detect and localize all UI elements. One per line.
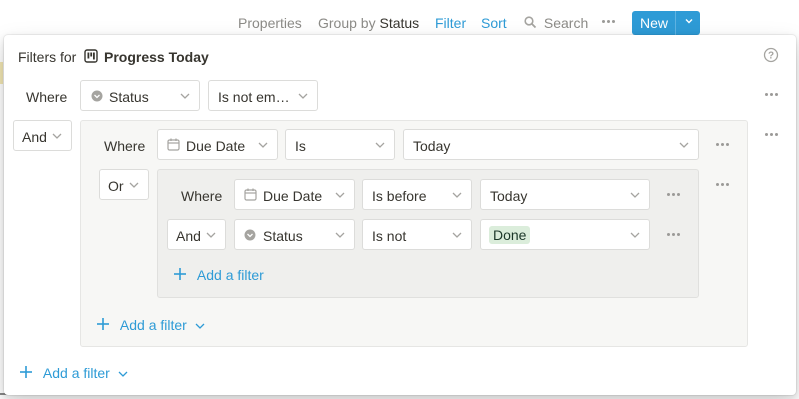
chevron-down-icon — [452, 232, 462, 238]
add-filter-label: Add a filter — [42, 365, 110, 381]
operator-select[interactable]: Is not — [362, 219, 472, 250]
property-select[interactable]: Status — [80, 80, 200, 111]
property-value: Due Date — [263, 188, 323, 204]
background-cell — [0, 62, 3, 84]
chevron-down-icon — [298, 93, 308, 99]
group-by-button[interactable]: Group by Status — [318, 15, 419, 31]
board-icon — [84, 49, 98, 63]
search-label: Search — [543, 15, 589, 31]
group-more-icon[interactable] — [764, 132, 780, 138]
chevron-down-icon — [452, 192, 462, 198]
chevron-down-icon — [129, 182, 139, 188]
panel-title: Progress Today — [104, 49, 209, 65]
new-button-label: New — [640, 15, 669, 31]
group-by-value: Status — [379, 15, 420, 31]
add-filter-button[interactable]: Add a filter — [19, 364, 128, 381]
where-label: Where — [104, 138, 146, 154]
operator-select[interactable]: Is before — [362, 179, 472, 210]
panel-title-prefix: Filters for — [18, 49, 77, 65]
operator-select[interactable]: Is — [285, 129, 395, 160]
filter-subgroup: Where Due Date Is before Today And Statu… — [157, 169, 699, 298]
calendar-icon — [244, 188, 257, 201]
more-icon[interactable] — [601, 19, 617, 25]
add-filter-button[interactable]: Add a filter — [173, 266, 264, 283]
where-label: Where — [181, 188, 223, 204]
chevron-down-icon — [335, 192, 345, 198]
row-connector-select[interactable]: And — [167, 219, 226, 250]
value-text: Today — [413, 138, 451, 154]
value-text: Today — [490, 188, 528, 204]
search-button[interactable]: Search — [524, 15, 588, 31]
chevron-down-icon — [679, 142, 689, 148]
row-more-icon[interactable] — [715, 142, 731, 148]
subgroup-more-icon[interactable] — [715, 182, 731, 188]
operator-value: Is before — [372, 188, 427, 204]
calendar-icon — [167, 138, 180, 151]
add-filter-label: Add a filter — [196, 267, 264, 283]
chevron-down-icon — [180, 93, 190, 99]
property-value: Status — [263, 228, 303, 244]
plus-icon — [97, 318, 109, 330]
properties-button[interactable]: Properties — [238, 15, 302, 31]
property-value: Due Date — [186, 138, 246, 154]
row-more-icon[interactable] — [764, 92, 780, 98]
operator-value: Is not — [372, 228, 407, 244]
chevron-down-icon — [258, 142, 268, 148]
value-select[interactable]: Today — [403, 129, 699, 160]
svg-text:?: ? — [768, 51, 774, 62]
connector-value: And — [176, 228, 201, 244]
chevron-down-icon[interactable] — [684, 16, 694, 26]
chevron-down-icon — [335, 232, 345, 238]
operator-value: Is — [295, 138, 306, 154]
chevron-down-icon — [206, 232, 216, 238]
row-more-icon[interactable] — [666, 232, 682, 238]
property-select[interactable]: Status — [234, 219, 355, 250]
connector-value: Or — [108, 178, 124, 194]
add-filter-label: Add a filter — [119, 317, 187, 333]
plus-icon — [20, 366, 32, 378]
filter-panel: Filters for Progress Today ? Where Statu… — [4, 35, 796, 395]
where-label: Where — [26, 89, 68, 105]
group-connector-select[interactable]: And — [13, 120, 72, 151]
status-tag-done: Done — [489, 226, 531, 244]
property-value: Status — [109, 89, 149, 105]
status-icon — [244, 229, 256, 241]
row-more-icon[interactable] — [666, 192, 682, 198]
value-select[interactable]: Today — [480, 179, 650, 210]
value-select[interactable]: Done — [480, 219, 650, 250]
operator-select[interactable]: Is not em… — [208, 80, 318, 111]
chevron-down-icon — [118, 371, 128, 377]
chevron-down-icon — [195, 323, 205, 329]
filter-group: Where Due Date Is Today Or Where Due Dat… — [80, 120, 748, 347]
add-filter-button[interactable]: Add a filter — [96, 316, 205, 333]
new-button[interactable]: New — [632, 11, 700, 35]
plus-icon — [174, 268, 186, 280]
group-by-label: Group by — [318, 15, 376, 31]
sort-button[interactable]: Sort — [481, 15, 507, 31]
filter-button[interactable]: Filter — [435, 15, 466, 31]
search-icon — [524, 16, 537, 29]
chevron-down-icon — [52, 133, 62, 139]
chevron-down-icon — [630, 232, 640, 238]
new-button-divider — [675, 11, 676, 35]
chevron-down-icon — [630, 192, 640, 198]
connector-value: And — [22, 129, 47, 145]
property-select[interactable]: Due Date — [234, 179, 355, 210]
operator-value: Is not em… — [218, 89, 290, 105]
subgroup-connector-select[interactable]: Or — [99, 169, 149, 200]
property-select[interactable]: Due Date — [157, 129, 278, 160]
question-circle-icon[interactable]: ? — [763, 47, 779, 63]
chevron-down-icon — [375, 142, 385, 148]
status-icon — [91, 90, 103, 102]
